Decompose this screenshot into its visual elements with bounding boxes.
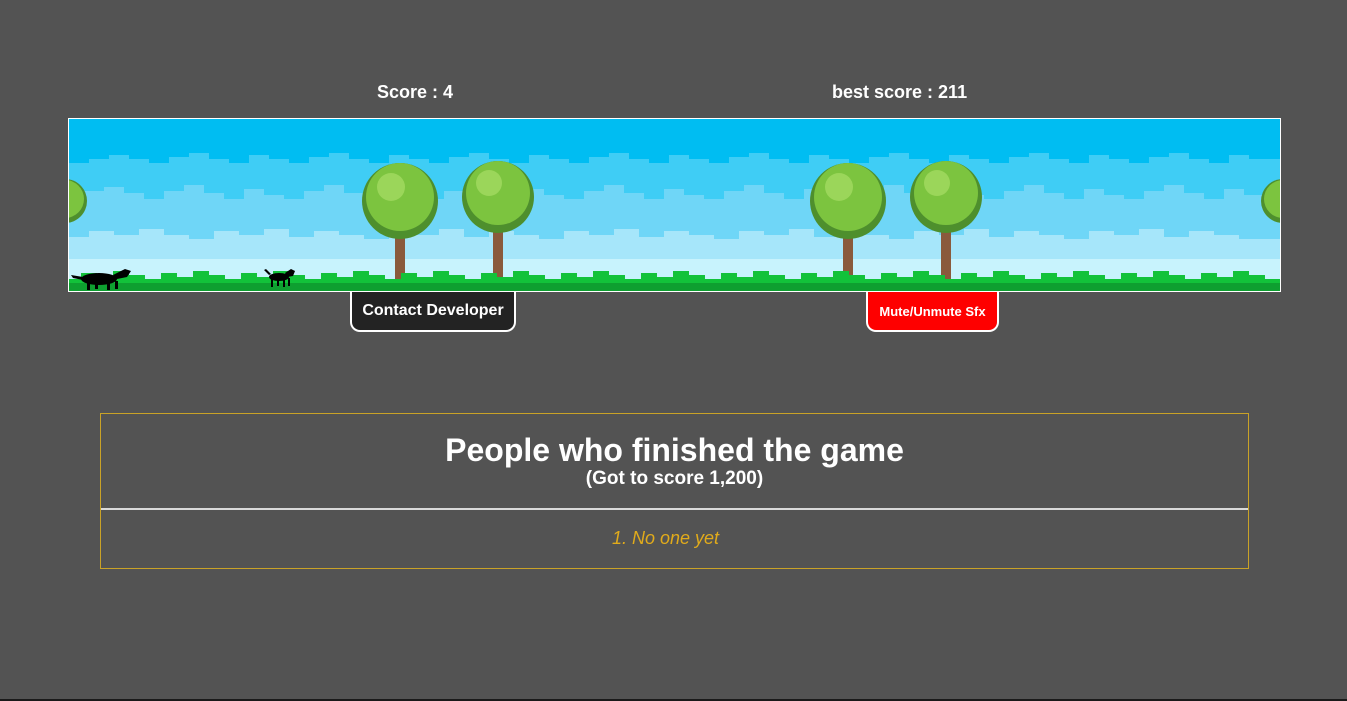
leaderboard-list: 1. No one yet [101,510,1248,549]
contact-developer-button[interactable]: Contact Developer [350,292,516,332]
leaderboard-entry: 1. No one yet [611,528,720,548]
leaderboard-header: People who finished the game (Got to sco… [101,414,1248,510]
current-score: Score : 4 [377,82,454,102]
mute-sfx-button[interactable]: Mute/Unmute Sfx [866,292,999,332]
leaderboard-subtitle: (Got to score 1,200) [585,468,764,489]
game-canvas[interactable] [68,118,1281,292]
leaderboard-panel: People who finished the game (Got to sco… [100,413,1249,569]
leaderboard-title: People who finished the game [445,432,904,468]
game-scene [69,119,1280,291]
best-score: best score : 211 [832,82,968,102]
game-page: Score : 4 best score : 211 Contact Devel… [0,0,1347,701]
grass-shadow [69,283,1280,291]
